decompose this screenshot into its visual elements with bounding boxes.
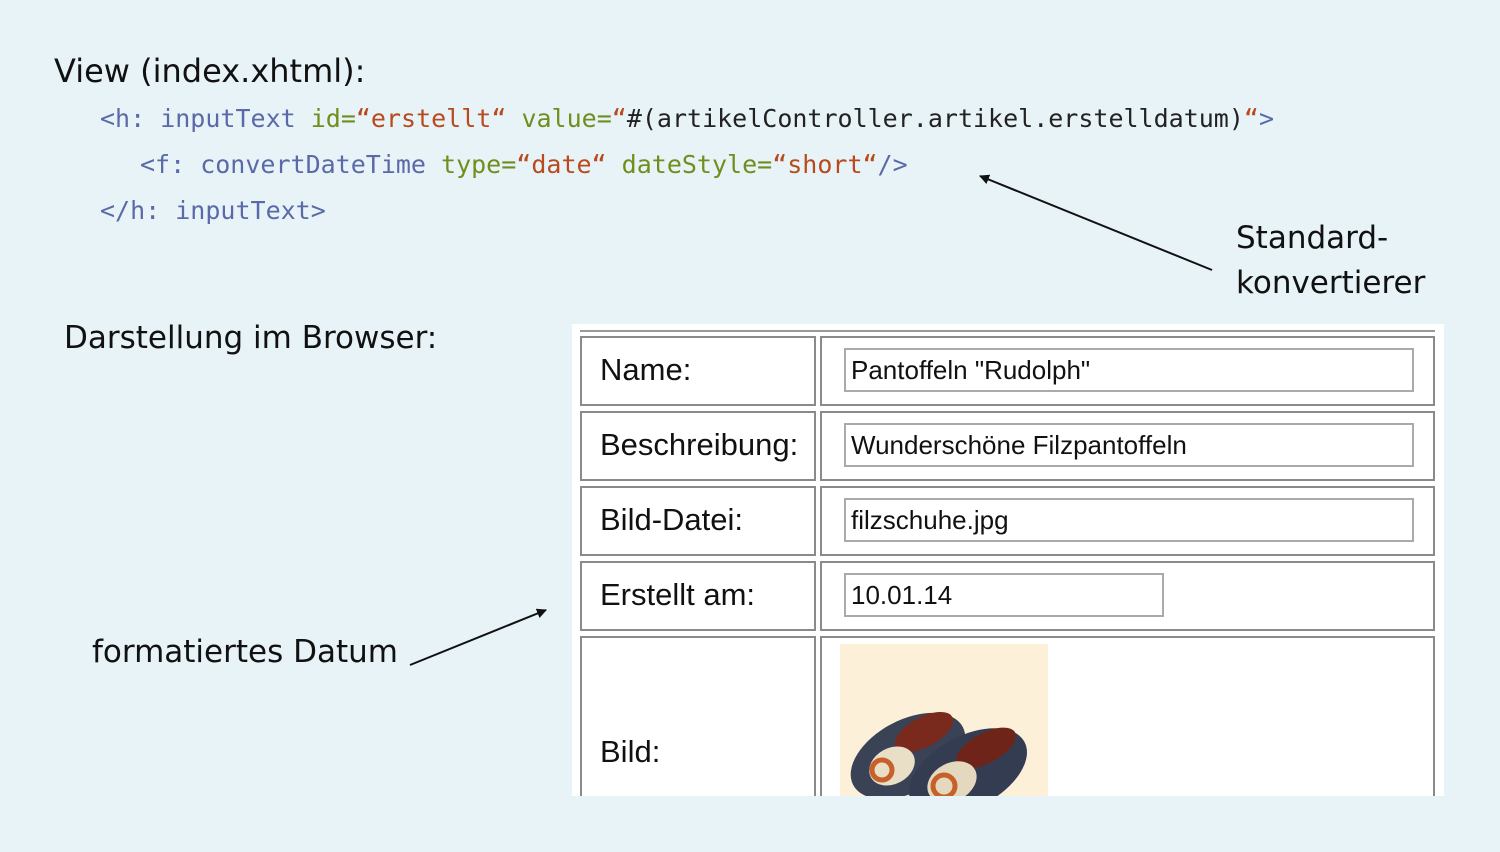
code-line-convertdatetime: <f: convertDateTime type=“date“ dateStyl… (140, 150, 908, 179)
code-string-type: “date“ (516, 150, 607, 179)
bild-datei-input[interactable]: filzschuhe.jpg (844, 498, 1414, 542)
form-value-cell: Pantoffeln "Rudolph" (820, 336, 1435, 406)
form-row-bild: Bild: (580, 636, 1435, 796)
form-label-cell: Bild-Datei: (580, 486, 816, 556)
form-value-cell: Wunderschöne Filzpantoffeln (820, 411, 1435, 481)
form-row-beschreibung: Beschreibung: Wunderschöne Filzpantoffel… (580, 411, 1435, 481)
form-label: Erstellt am: (600, 577, 756, 612)
form-value-cell (820, 636, 1435, 796)
code-line-inputtext-open: <h: inputText id=“erstellt“ value=“#(art… (100, 104, 1274, 133)
code-quote-open: “ (611, 104, 627, 133)
form-row-bild-datei: Bild-Datei: filzschuhe.jpg (580, 486, 1435, 556)
code-attr-datestyle: dateStyle= (606, 150, 773, 179)
arrow-to-date-field (409, 608, 547, 666)
form-row-erstellt-am: Erstellt am: 10.01.14 (580, 561, 1435, 631)
form-label: Bild-Datei: (600, 502, 743, 537)
form-value-cell: filzschuhe.jpg (820, 486, 1435, 556)
code-attr-value: value= (506, 104, 612, 133)
code-attr-type: type= (441, 150, 517, 179)
code-tag-end: /> (877, 150, 908, 179)
code-string-id: “erstellt“ (355, 104, 507, 133)
table-top-border (580, 324, 1435, 332)
form-label: Name: (600, 352, 692, 387)
beschreibung-input[interactable]: Wunderschöne Filzpantoffeln (844, 423, 1414, 467)
form-row-name: Name: Pantoffeln "Rudolph" (580, 336, 1435, 406)
view-title: View (index.xhtml): (54, 52, 366, 90)
form-label-cell: Beschreibung: (580, 411, 816, 481)
arrow-to-converter (979, 174, 1213, 271)
form-label: Beschreibung: (600, 427, 799, 462)
code-attr-id: id= (310, 104, 356, 133)
slipper-image (840, 644, 1048, 796)
annotation-date-label: formatiertes Datum (92, 634, 398, 670)
slippers-illustration (850, 711, 1027, 796)
form-label-cell: Erstellt am: (580, 561, 816, 631)
annotation-line: Standard- (1236, 220, 1389, 256)
browser-screenshot: Name: Pantoffeln "Rudolph" Beschreibung:… (572, 324, 1444, 796)
form-label: Bild: (600, 734, 661, 769)
erstellt-am-input[interactable]: 10.01.14 (844, 573, 1164, 617)
form-value-cell: 10.01.14 (820, 561, 1435, 631)
code-string-datestyle: “short“ (772, 150, 878, 179)
code-tag: </h: inputText> (100, 196, 326, 225)
annotation-line: konvertierer (1236, 265, 1426, 301)
code-tag: <f: convertDateTime (140, 150, 442, 179)
annotation-browser-label: Darstellung im Browser: (64, 320, 438, 356)
code-tag-end: > (1258, 104, 1275, 133)
code-tag: <h: inputText (100, 104, 311, 133)
name-input[interactable]: Pantoffeln "Rudolph" (844, 348, 1414, 392)
code-el-expression: #(artikelController.artikel.erstelldatum… (626, 104, 1244, 133)
code-line-inputtext-close: </h: inputText> (100, 196, 326, 225)
form-label-cell: Bild: (580, 636, 816, 796)
form-label-cell: Name: (580, 336, 816, 406)
code-quote-close: “ (1243, 104, 1259, 133)
annotation-standardkonvertierer: Standard- konvertierer (1236, 216, 1425, 306)
